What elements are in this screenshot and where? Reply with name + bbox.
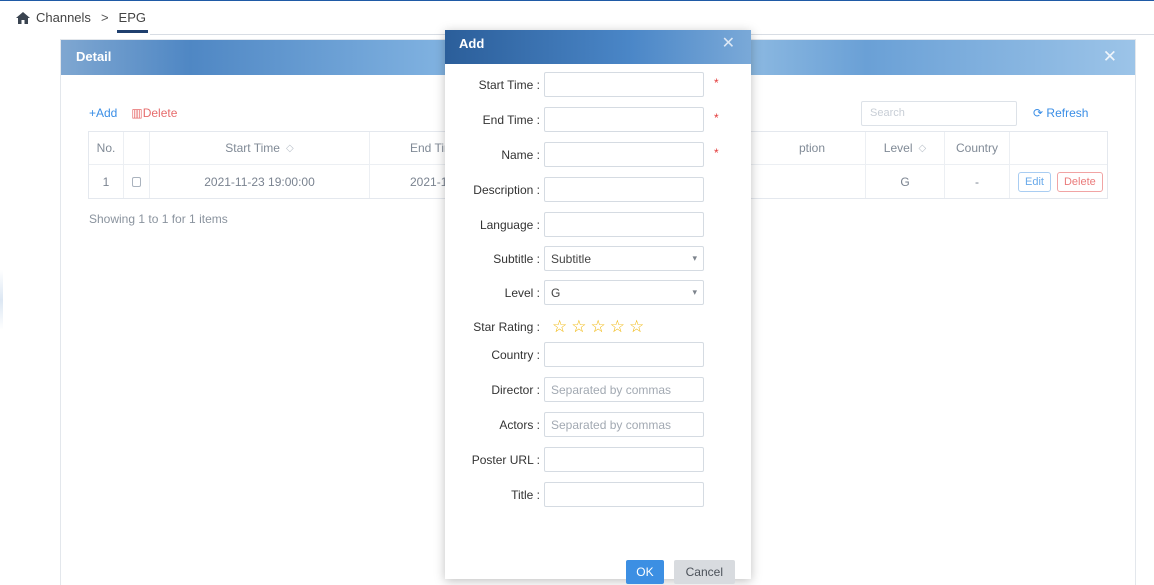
star-rating: ☆ ☆ ☆ ☆ ☆ bbox=[552, 318, 644, 335]
subtitle-select[interactable]: Subtitle ▾ bbox=[544, 246, 704, 271]
language-label: Language : bbox=[479, 217, 540, 232]
subtitle-value: Subtitle bbox=[551, 251, 592, 266]
director-row: Director : Separated by commas bbox=[445, 377, 751, 402]
start-time-input[interactable] bbox=[544, 72, 704, 97]
checkbox-icon[interactable] bbox=[132, 176, 141, 187]
star-icon[interactable]: ☆ bbox=[629, 318, 644, 335]
level-header-label: Level bbox=[883, 141, 913, 155]
star-icon[interactable]: ☆ bbox=[610, 318, 625, 335]
end-time-input[interactable] bbox=[544, 107, 704, 132]
country-input[interactable] bbox=[544, 342, 704, 367]
star-icon[interactable]: ☆ bbox=[571, 318, 586, 335]
end-time-row: End Time : * bbox=[445, 107, 751, 132]
subtitle-label: Subtitle : bbox=[493, 251, 540, 266]
name-label: Name : bbox=[501, 147, 540, 162]
star-icon[interactable]: ☆ bbox=[552, 318, 567, 335]
start-time-row: Start Time : * bbox=[445, 72, 751, 97]
language-input[interactable] bbox=[544, 212, 704, 237]
row-actions: Edit Delete bbox=[1010, 165, 1107, 198]
refresh-label: Refresh bbox=[1046, 106, 1089, 120]
delete-label: Delete bbox=[142, 106, 178, 120]
title-label: Title : bbox=[511, 487, 540, 502]
add-dialog-header: Add ✕ bbox=[445, 30, 751, 64]
name-row: Name : * bbox=[445, 142, 751, 167]
language-row: Language : bbox=[445, 212, 751, 237]
country-row: Country : bbox=[445, 342, 751, 367]
poster-url-label: Poster URL : bbox=[471, 452, 540, 467]
country-label: Country : bbox=[491, 347, 540, 362]
home-icon[interactable] bbox=[16, 11, 30, 24]
director-input[interactable]: Separated by commas bbox=[544, 377, 704, 402]
star-rating-row: Star Rating : ☆ ☆ ☆ ☆ ☆ bbox=[445, 314, 751, 339]
dialog-buttons: OK Cancel bbox=[445, 560, 751, 584]
required-mark: * bbox=[714, 110, 719, 125]
poster-url-row: Poster URL : bbox=[445, 447, 751, 472]
edit-button[interactable]: Edit bbox=[1018, 171, 1051, 192]
star-icon[interactable]: ☆ bbox=[591, 318, 606, 335]
description-label: Description : bbox=[473, 182, 540, 197]
breadcrumb: Channels > EPG bbox=[16, 10, 149, 33]
row-delete-button[interactable]: Delete bbox=[1056, 171, 1103, 192]
actors-input[interactable]: Separated by commas bbox=[544, 412, 704, 437]
background-decoration bbox=[0, 270, 3, 330]
close-icon[interactable]: ✕ bbox=[1103, 47, 1117, 67]
search-input[interactable]: Search bbox=[861, 101, 1017, 126]
end-time-label: End Time : bbox=[482, 112, 540, 127]
level-label: Level : bbox=[504, 285, 540, 300]
refresh-button[interactable]: ⟳ Refresh bbox=[1033, 106, 1088, 120]
name-input[interactable] bbox=[544, 142, 704, 167]
top-bar: Channels > EPG bbox=[0, 0, 1154, 35]
row-start-time: 2021-11-23 19:00:00 bbox=[150, 165, 370, 198]
start-time-header-label: Start Time bbox=[225, 141, 280, 155]
column-header-start-time[interactable]: Start Time ◇ bbox=[150, 132, 370, 164]
star-rating-label: Star Rating : bbox=[473, 319, 540, 334]
start-time-label: Start Time : bbox=[478, 77, 540, 92]
actors-label: Actors : bbox=[499, 417, 540, 432]
row-country: - bbox=[945, 165, 1010, 198]
add-button[interactable]: +Add bbox=[89, 106, 117, 120]
sort-icon[interactable]: ◇ bbox=[918, 143, 926, 154]
detail-toolbar: +Add ▥Delete bbox=[89, 106, 177, 120]
level-select[interactable]: G ▾ bbox=[544, 280, 704, 305]
cancel-button[interactable]: Cancel bbox=[673, 560, 735, 584]
required-mark: * bbox=[714, 145, 719, 160]
trash-icon: ▥ bbox=[131, 106, 143, 120]
row-level: G bbox=[865, 165, 945, 198]
refresh-icon: ⟳ bbox=[1033, 106, 1044, 120]
column-header-level[interactable]: Level ◇ bbox=[865, 132, 945, 164]
title-row: Title : bbox=[445, 482, 751, 507]
title-input[interactable] bbox=[544, 482, 704, 507]
breadcrumb-separator: > bbox=[100, 10, 109, 25]
add-dialog: Add ✕ Start Time : * End Time : * Name :… bbox=[445, 30, 751, 584]
subtitle-row: Subtitle : Subtitle ▾ bbox=[445, 246, 751, 271]
pagination-info: Showing 1 to 1 for 1 items bbox=[89, 212, 228, 226]
level-row: Level : G ▾ bbox=[445, 280, 751, 305]
column-header-no: No. bbox=[89, 132, 124, 164]
director-label: Director : bbox=[491, 382, 540, 397]
ok-button[interactable]: OK bbox=[626, 560, 664, 584]
column-header-country[interactable]: Country bbox=[945, 132, 1010, 164]
detail-title: Detail bbox=[76, 49, 112, 64]
sort-icon[interactable]: ◇ bbox=[286, 143, 294, 154]
breadcrumb-epg[interactable]: EPG bbox=[116, 10, 149, 33]
close-icon[interactable]: ✕ bbox=[722, 33, 735, 53]
column-header-select bbox=[124, 132, 150, 164]
delete-button[interactable]: ▥Delete bbox=[131, 106, 177, 120]
column-header-actions bbox=[1010, 132, 1107, 164]
description-input[interactable] bbox=[544, 177, 704, 202]
row-number: 1 bbox=[89, 165, 124, 198]
required-mark: * bbox=[714, 75, 719, 90]
chevron-down-icon: ▾ bbox=[692, 287, 697, 297]
breadcrumb-channels[interactable]: Channels bbox=[36, 10, 91, 25]
level-value: G bbox=[551, 285, 561, 300]
poster-url-input[interactable] bbox=[544, 447, 704, 472]
description-row: Description : bbox=[445, 177, 751, 202]
chevron-down-icon: ▾ bbox=[692, 253, 697, 263]
add-dialog-title: Add bbox=[459, 36, 485, 51]
row-checkbox[interactable] bbox=[124, 165, 150, 198]
actors-row: Actors : Separated by commas bbox=[445, 412, 751, 437]
